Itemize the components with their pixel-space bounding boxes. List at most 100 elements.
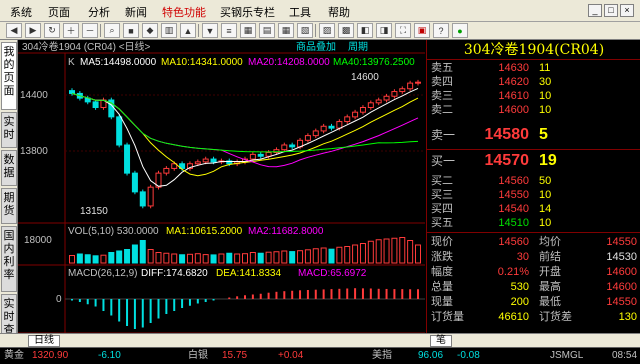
menu-system[interactable]: 系统 <box>10 4 32 20</box>
layout-icon[interactable]: ▧ <box>297 23 313 38</box>
pin-icon[interactable]: ◆ <box>142 23 158 38</box>
stop-icon[interactable]: ■ <box>123 23 139 38</box>
volume-bar <box>281 250 288 264</box>
volume-bar <box>297 250 304 264</box>
menu-page[interactable]: 页面 <box>48 4 70 20</box>
candle-body <box>257 153 264 157</box>
minimize-icon[interactable]: _ <box>588 4 602 17</box>
menu-features[interactable]: 特色功能 <box>162 4 206 20</box>
bottom-tab-strip: 日线 笔 <box>0 333 640 347</box>
ask-row-3[interactable]: 卖三 14610 10 <box>427 90 640 103</box>
forward-icon[interactable]: ▶ <box>25 23 41 38</box>
volume-bar <box>202 254 209 264</box>
vol-ma2-label: MA2:11682.8000 <box>248 226 324 237</box>
bid-row-3[interactable]: 买三 14550 10 <box>427 189 640 202</box>
gold-change: -6.10 <box>98 350 121 361</box>
kline-chart[interactable]: 304冷卷1904 (CR04) <日线> 商品叠加 周期 K MA5:1449… <box>18 40 425 347</box>
candle-body <box>407 82 414 90</box>
up-icon[interactable]: ▲ <box>180 23 196 38</box>
macd-dea-label: DEA:141.8334 <box>216 268 281 279</box>
ask-row-4[interactable]: 卖四 14620 30 <box>427 76 640 89</box>
maximize-icon[interactable]: □ <box>604 4 618 17</box>
volume-bar <box>273 251 280 264</box>
search-icon[interactable]: ⌕ <box>104 23 120 38</box>
left-tab-interest-rate[interactable]: 国内利率 <box>1 226 17 292</box>
usd-value: 96.06 <box>418 350 444 361</box>
menu-analysis[interactable]: 分析 <box>88 4 110 20</box>
grid2-icon[interactable]: ▦ <box>278 23 294 38</box>
volume-bar <box>226 252 233 264</box>
volume-bar <box>147 249 154 264</box>
high-marker: 14600 <box>351 72 379 83</box>
chart-icon[interactable]: ▨ <box>319 23 335 38</box>
candle-body <box>281 144 288 151</box>
silver-label: 白银 <box>188 350 208 361</box>
menu-column[interactable]: 买钢乐专栏 <box>220 4 275 20</box>
back-icon[interactable]: ◀ <box>6 23 22 38</box>
table-icon[interactable]: ▩ <box>338 23 354 38</box>
overlay-link[interactable]: 商品叠加 <box>296 40 336 53</box>
volume-bar <box>383 238 390 264</box>
menu-help[interactable]: 帮助 <box>328 4 350 20</box>
volume-bar <box>415 244 421 264</box>
candle-body <box>163 167 170 174</box>
volume-bar <box>375 239 382 264</box>
volume-bar <box>124 249 131 264</box>
candle-body <box>399 88 406 93</box>
candle-body <box>124 144 131 174</box>
panel-icon[interactable]: ◧ <box>357 23 373 38</box>
silver-change: +0.04 <box>278 350 304 361</box>
bid-row-2[interactable]: 买二 14560 50 <box>427 175 640 188</box>
list-icon[interactable]: ≡ <box>221 23 237 38</box>
candle-body <box>92 101 99 108</box>
zoom-out-icon[interactable]: － <box>82 23 98 38</box>
volume-bar <box>194 253 201 264</box>
quote-title: 304冷卷1904(CR04) <box>427 40 640 60</box>
candle-body <box>69 90 75 94</box>
ma40-label: MA40:13976.2500 <box>333 57 415 68</box>
green-icon[interactable]: ● <box>452 23 468 38</box>
menu-tools[interactable]: 工具 <box>289 4 311 20</box>
left-tab-data[interactable]: 数据 <box>1 150 17 186</box>
stats-divider <box>427 232 640 233</box>
stat-row-volume: 总量 530 最高 14600 <box>431 281 637 293</box>
candle-body <box>210 158 217 163</box>
left-tab-futures[interactable]: 期货 <box>1 188 17 224</box>
grid-icon[interactable]: ▤ <box>259 23 275 38</box>
volume-bar <box>84 254 91 264</box>
left-tab-my-page[interactable]: 我的页面 <box>1 42 17 110</box>
split-icon[interactable]: ▥ <box>161 23 177 38</box>
menu-bar: 系统 页面 分析 新闻 特色功能 买钢乐专栏 工具 帮助 _ □ × <box>0 0 640 22</box>
ask-row-2[interactable]: 卖二 14600 10 <box>427 104 640 117</box>
menu-news[interactable]: 新闻 <box>125 4 147 20</box>
bid-row-4[interactable]: 买四 14540 14 <box>427 203 640 216</box>
candle-body <box>289 144 296 148</box>
help-icon[interactable]: ? <box>433 23 449 38</box>
tab-tick[interactable]: 笔 <box>430 335 452 347</box>
ask-row-1[interactable]: 卖一 14580 5 <box>427 124 640 146</box>
bid-row-5[interactable]: 买五 14510 10 <box>427 217 640 230</box>
silver-value: 15.75 <box>222 350 248 361</box>
zoom-in-icon[interactable]: ＋ <box>63 23 79 38</box>
panel2-icon[interactable]: ◨ <box>376 23 392 38</box>
volume-bar <box>139 240 146 264</box>
left-tab-strip: 我的页面 实时 数据 期货 国内利率 实时查询 <box>0 40 18 349</box>
volume-bar <box>116 250 123 264</box>
left-tab-realtime[interactable]: 实时 <box>1 112 17 148</box>
candle-body <box>116 116 123 146</box>
candle-body <box>328 125 335 129</box>
refresh-icon[interactable]: ↻ <box>44 23 60 38</box>
red-book-icon[interactable]: ▣ <box>414 23 430 38</box>
candle-body <box>265 152 272 157</box>
close-icon[interactable]: × <box>620 4 634 17</box>
down-icon[interactable]: ▼ <box>202 23 218 38</box>
chart-canvas[interactable]: 304冷卷1904 (CR04) <日线> 商品叠加 周期 K MA5:1449… <box>18 40 425 347</box>
bid-row-1[interactable]: 买一 14570 19 <box>427 150 640 172</box>
period-link[interactable]: 周期 <box>348 41 368 53</box>
ask-row-5[interactable]: 卖五 14630 11 <box>427 62 640 75</box>
gold-value: 1320.90 <box>32 350 69 361</box>
tab-daily[interactable]: 日线 <box>28 335 60 347</box>
candle-body <box>139 191 146 207</box>
fullscreen-icon[interactable]: ⛶ <box>395 23 411 38</box>
calendar-icon[interactable]: ▦ <box>240 23 256 38</box>
